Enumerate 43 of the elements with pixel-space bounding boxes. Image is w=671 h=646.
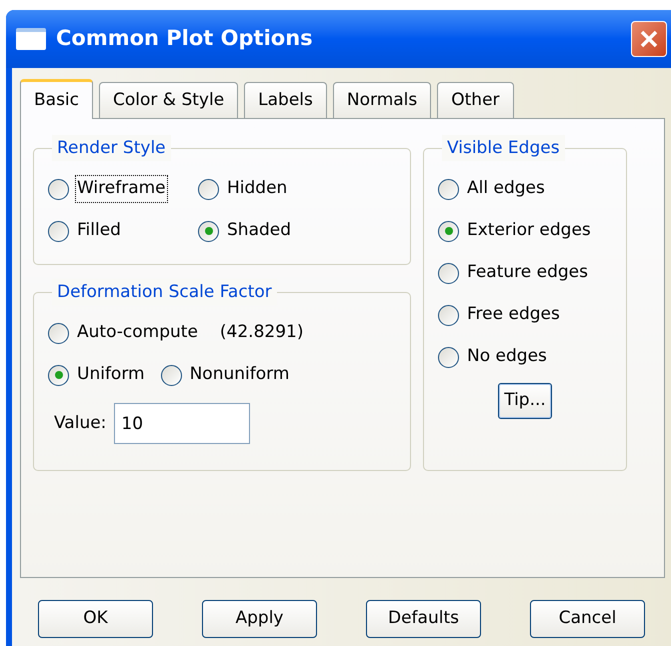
tab[interactable]: Labels	[244, 82, 327, 118]
radio-label[interactable]: Filled	[75, 217, 123, 245]
radio-button[interactable]	[438, 262, 459, 284]
tip-button[interactable]: Tip...	[498, 383, 552, 419]
radio-button[interactable]	[438, 178, 459, 200]
radio-label[interactable]: No edges	[465, 343, 549, 371]
radio-button[interactable]	[48, 364, 69, 386]
group-title: Render Style	[52, 135, 171, 161]
dialog-button[interactable]: Defaults	[366, 600, 481, 638]
radio-label[interactable]: Nonuniform	[188, 361, 292, 389]
radio-button[interactable]	[438, 304, 459, 326]
dialog-button[interactable]: OK	[38, 600, 153, 638]
close-icon	[639, 29, 659, 49]
dialog-button[interactable]: Cancel	[530, 600, 645, 638]
dialog-button[interactable]: Apply	[202, 600, 317, 638]
group-title: Visible Edges	[442, 135, 565, 161]
radio-label[interactable]: Auto-compute	[75, 319, 200, 347]
value-field[interactable]: 10	[114, 403, 250, 444]
value-label: Value:	[54, 412, 106, 435]
radio-label[interactable]: Exterior edges	[465, 217, 593, 245]
radio-button[interactable]	[198, 220, 219, 242]
tab[interactable]: Color & Style	[99, 82, 238, 118]
radio-button[interactable]	[48, 322, 69, 344]
radio-button[interactable]	[438, 220, 459, 242]
radio-label[interactable]: Shaded	[225, 217, 294, 245]
radio-label[interactable]: Free edges	[465, 301, 562, 329]
radio-button[interactable]	[160, 364, 182, 386]
tab[interactable]: Basic	[20, 79, 94, 119]
radio-button[interactable]	[48, 178, 69, 200]
close-button[interactable]	[631, 21, 667, 57]
window-icon	[16, 28, 46, 50]
radio-button[interactable]	[48, 220, 69, 242]
window-title: Common Plot Options	[56, 25, 313, 52]
computed-value: (42.8291)	[220, 321, 304, 344]
tab[interactable]: Normals	[332, 82, 432, 118]
radio-label[interactable]: Wireframe	[75, 175, 168, 203]
tab[interactable]: Other	[437, 82, 514, 118]
radio-label[interactable]: All edges	[465, 175, 547, 203]
radio-label[interactable]: Feature edges	[465, 259, 590, 287]
radio-label[interactable]: Hidden	[225, 175, 290, 203]
radio-button[interactable]	[198, 178, 219, 200]
radio-button[interactable]	[438, 346, 459, 368]
radio-label[interactable]: Uniform	[75, 361, 147, 389]
